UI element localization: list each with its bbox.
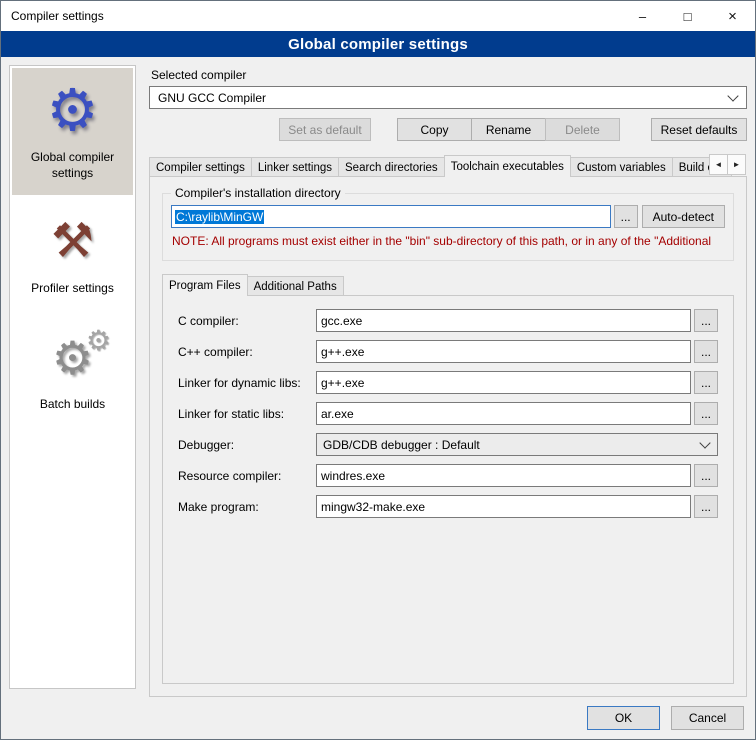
browse-button[interactable]: ... — [694, 464, 718, 487]
resource-compiler-input[interactable] — [316, 464, 691, 487]
field-row-c-compiler: C compiler: ... — [178, 309, 718, 332]
field-row-debugger: Debugger: GDB/CDB debugger : Default — [178, 433, 718, 456]
installation-directory-group-title: Compiler's installation directory — [171, 186, 345, 200]
sidebar: ⚙ Global compiler settings ⚒ Profiler se… — [9, 65, 136, 689]
compiler-buttons-row: Set as default Copy Rename Delete Reset … — [149, 118, 747, 141]
field-row-cpp-compiler: C++ compiler: ... — [178, 340, 718, 363]
field-label: Make program: — [178, 500, 316, 514]
browse-button[interactable]: ... — [694, 495, 718, 518]
browse-button[interactable]: ... — [694, 402, 718, 425]
sidebar-item-profiler-settings[interactable]: ⚒ Profiler settings — [12, 199, 133, 311]
installation-directory-input[interactable]: C:\raylib\MinGW — [171, 205, 611, 228]
browse-button[interactable]: ... — [694, 340, 718, 363]
field-label: Linker for static libs: — [178, 407, 316, 421]
sidebar-item-label: Batch builds — [16, 397, 129, 413]
ok-button[interactable]: OK — [587, 706, 660, 730]
c-compiler-input[interactable] — [316, 309, 691, 332]
field-label: Linker for dynamic libs: — [178, 376, 316, 390]
field-label: Debugger: — [178, 438, 316, 452]
copy-button[interactable]: Copy — [397, 118, 472, 141]
tab-scroll-arrows: ◄ ► — [710, 154, 746, 175]
field-row-dynamic-linker: Linker for dynamic libs: ... — [178, 371, 718, 394]
static-linker-input[interactable] — [316, 402, 691, 425]
installation-directory-group: Compiler's installation directory C:\ray… — [162, 186, 734, 261]
directory-browse-button[interactable]: ... — [614, 205, 638, 228]
settings-tabstrip: Compiler settings Linker settings Search… — [149, 154, 747, 177]
program-files-panel: C compiler: ... C++ compiler: ... Linker… — [162, 295, 734, 684]
installation-directory-row: C:\raylib\MinGW ... Auto-detect — [171, 205, 725, 228]
tab-custom-variables[interactable]: Custom variables — [570, 157, 673, 177]
browse-button[interactable]: ... — [694, 309, 718, 332]
chevron-down-icon — [699, 437, 710, 448]
field-label: C++ compiler: — [178, 345, 316, 359]
cpp-compiler-input[interactable] — [316, 340, 691, 363]
compiler-settings-dialog: Compiler settings – □ × Global compiler … — [0, 0, 756, 740]
make-program-input[interactable] — [316, 495, 691, 518]
delete-button[interactable]: Delete — [545, 118, 620, 141]
debugger-select-value: GDB/CDB debugger : Default — [323, 438, 701, 452]
close-button[interactable]: × — [710, 2, 755, 31]
sidebar-item-label: Profiler settings — [16, 281, 129, 297]
sidebar-item-label: Global compiler settings — [16, 150, 129, 181]
dialog-header: Global compiler settings — [1, 31, 755, 57]
programs-tabstrip: Program Files Additional Paths — [162, 273, 734, 296]
browse-button[interactable]: ... — [694, 371, 718, 394]
gear-icon: ⚙ — [16, 78, 129, 144]
field-label: Resource compiler: — [178, 469, 316, 483]
field-row-static-linker: Linker for static libs: ... — [178, 402, 718, 425]
debugger-select[interactable]: GDB/CDB debugger : Default — [316, 433, 718, 456]
tab-program-files[interactable]: Program Files — [162, 274, 248, 296]
gears-icon: ⚙ ⚙ — [16, 325, 129, 391]
toolchain-executables-panel: Compiler's installation directory C:\ray… — [149, 176, 747, 697]
compiler-combobox-value: GNU GCC Compiler — [158, 91, 729, 105]
field-row-resource-compiler: Resource compiler: ... — [178, 464, 718, 487]
reset-defaults-button[interactable]: Reset defaults — [651, 118, 747, 141]
tab-toolchain-executables[interactable]: Toolchain executables — [444, 155, 571, 177]
field-row-make-program: Make program: ... — [178, 495, 718, 518]
set-as-default-button[interactable]: Set as default — [279, 118, 371, 141]
window-title: Compiler settings — [1, 9, 620, 23]
tab-linker-settings[interactable]: Linker settings — [251, 157, 339, 177]
cancel-button[interactable]: Cancel — [671, 706, 744, 730]
selected-text: C:\raylib\MinGW — [175, 210, 264, 224]
note-text: NOTE: All programs must exist either in … — [172, 234, 724, 248]
tab-scroll-left-button[interactable]: ◄ — [709, 154, 728, 175]
sidebar-item-batch-builds[interactable]: ⚙ ⚙ Batch builds — [12, 315, 133, 427]
sidebar-item-global-compiler-settings[interactable]: ⚙ Global compiler settings — [12, 68, 133, 195]
field-label: C compiler: — [178, 314, 316, 328]
compiler-combobox[interactable]: GNU GCC Compiler — [149, 86, 747, 109]
tab-scroll-right-button[interactable]: ► — [727, 154, 746, 175]
selected-compiler-label: Selected compiler — [151, 68, 747, 82]
tab-additional-paths[interactable]: Additional Paths — [247, 276, 344, 296]
hammer-tool-icon: ⚒ — [16, 209, 129, 275]
minimize-button[interactable]: – — [620, 2, 665, 31]
tab-search-directories[interactable]: Search directories — [338, 157, 445, 177]
main-area: Selected compiler GNU GCC Compiler Set a… — [149, 65, 747, 697]
dialog-content: ⚙ Global compiler settings ⚒ Profiler se… — [1, 57, 755, 697]
chevron-down-icon — [727, 90, 738, 101]
dynamic-linker-input[interactable] — [316, 371, 691, 394]
autodetect-button[interactable]: Auto-detect — [642, 205, 725, 228]
dialog-footer: OK Cancel — [1, 697, 755, 739]
maximize-button[interactable]: □ — [665, 2, 710, 31]
rename-button[interactable]: Rename — [471, 118, 546, 141]
tab-compiler-settings[interactable]: Compiler settings — [149, 157, 252, 177]
titlebar: Compiler settings – □ × — [1, 1, 755, 31]
